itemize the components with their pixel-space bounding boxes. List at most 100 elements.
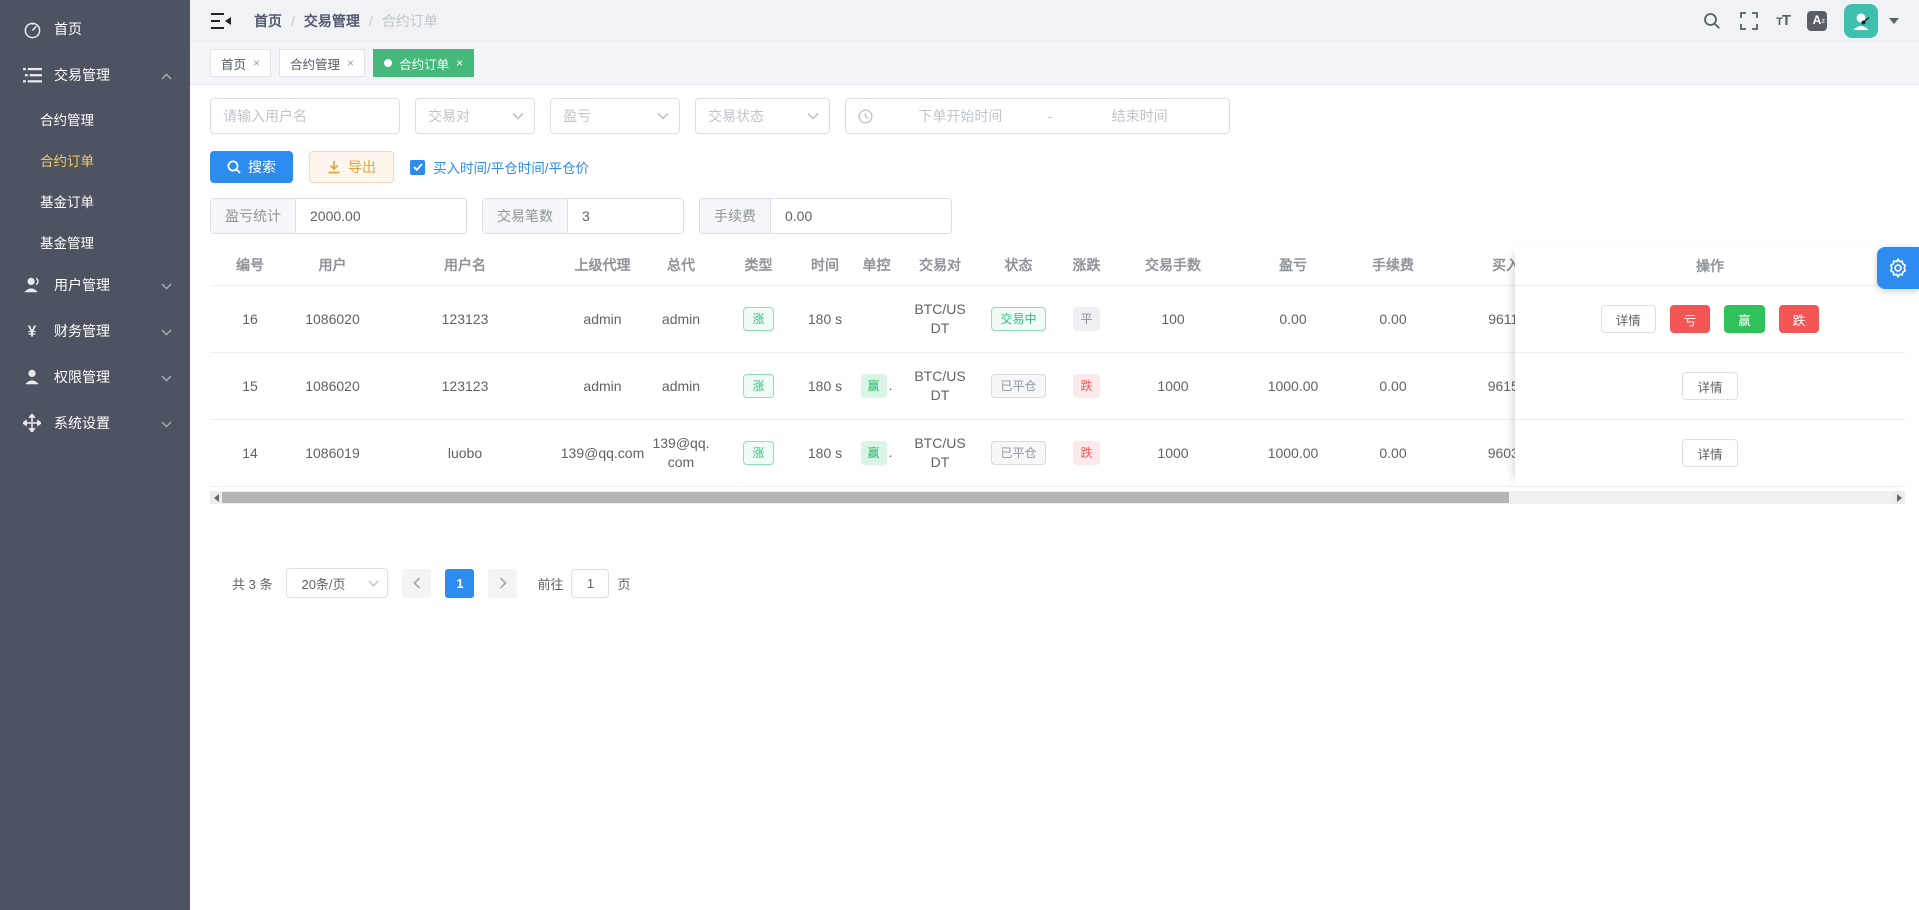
sidebar-item[interactable]: 权限管理 bbox=[0, 354, 190, 400]
gear-icon bbox=[1887, 257, 1909, 279]
table-cell-id: 16 bbox=[210, 310, 290, 329]
scroll-left-arrow[interactable] bbox=[210, 491, 222, 504]
date-range-picker[interactable]: 下单开始时间 - 结束时间 bbox=[845, 98, 1230, 134]
chevron-left-icon bbox=[413, 577, 421, 589]
scrollbar-thumb[interactable] bbox=[222, 492, 1509, 503]
pnl-select-placeholder: 盈亏 bbox=[563, 106, 591, 126]
pnl-total-value: 2000.00 bbox=[296, 199, 466, 233]
avatar[interactable] bbox=[1844, 4, 1878, 38]
win-button[interactable]: 赢 bbox=[1724, 305, 1765, 333]
sidebar-item[interactable]: 系统设置 bbox=[0, 400, 190, 446]
search-button[interactable]: 搜索 bbox=[210, 151, 293, 183]
table-cell-top-agent: admin bbox=[650, 310, 712, 329]
table-cell-user: 1086020 bbox=[290, 310, 375, 329]
down-button[interactable]: 跌 bbox=[1779, 305, 1820, 333]
search-icon[interactable] bbox=[1702, 11, 1722, 31]
sidebar-item[interactable]: 用户管理 bbox=[0, 262, 190, 308]
sidebar-item[interactable]: ¥财务管理 bbox=[0, 308, 190, 354]
username-input[interactable] bbox=[210, 98, 400, 134]
actions-row: 详情亏赢跌 bbox=[1515, 286, 1905, 353]
lose-button[interactable]: 亏 bbox=[1670, 305, 1711, 333]
trade-list-icon bbox=[22, 65, 42, 85]
export-button[interactable]: 导出 bbox=[309, 151, 394, 183]
status-badge: 已平仓 bbox=[991, 374, 1045, 398]
updown-badge: 跌 bbox=[1073, 441, 1099, 465]
tab[interactable]: 合约管理× bbox=[279, 49, 365, 77]
table-header-cell: 类型 bbox=[712, 256, 805, 275]
sidebar-subitem[interactable]: 基金订单 bbox=[0, 180, 190, 221]
trade-status-select[interactable]: 交易状态 bbox=[695, 98, 830, 134]
breadcrumb-item: 合约订单 bbox=[382, 11, 438, 31]
table-header-cell: 时间 bbox=[805, 256, 845, 275]
control-badge: 赢 bbox=[861, 441, 887, 465]
settings-gear-button[interactable] bbox=[1877, 247, 1919, 289]
sidebar: 首页交易管理合约管理合约订单基金订单基金管理用户管理¥财务管理权限管理系统设置 bbox=[0, 0, 190, 910]
search-icon bbox=[227, 160, 241, 174]
table-header-cell: 上级代理 bbox=[555, 256, 650, 275]
font-size-icon[interactable]: TT bbox=[1776, 12, 1790, 29]
detail-button[interactable]: 详情 bbox=[1682, 439, 1737, 467]
scroll-right-arrow[interactable] bbox=[1893, 491, 1905, 504]
tab-close-icon[interactable]: × bbox=[347, 56, 354, 70]
sidebar-item-label: 交易管理 bbox=[54, 65, 110, 85]
detail-button[interactable]: 详情 bbox=[1601, 305, 1656, 333]
table-header-cell: 交易对 bbox=[908, 256, 972, 275]
prev-page-button[interactable] bbox=[402, 569, 431, 598]
goto-label: 前往 bbox=[537, 574, 563, 593]
dropdown-caret-icon[interactable] bbox=[1889, 18, 1899, 24]
sidebar-subitem[interactable]: 合约管理 bbox=[0, 98, 190, 139]
goto-page-input[interactable] bbox=[571, 569, 609, 598]
chevron-right-icon bbox=[499, 577, 507, 589]
goto-page-group: 前往 页 bbox=[537, 569, 630, 598]
table-cell-pair: BTC/USDT bbox=[908, 367, 972, 405]
tab-close-icon[interactable]: × bbox=[456, 56, 463, 70]
download-icon bbox=[327, 160, 341, 174]
chevron-down-icon bbox=[161, 323, 172, 339]
tab-close-icon[interactable]: × bbox=[253, 56, 260, 70]
date-start-placeholder: 下单开始时间 bbox=[883, 106, 1038, 126]
pnl-select[interactable]: 盈亏 bbox=[550, 98, 680, 134]
sidebar-item[interactable]: 首页 bbox=[0, 6, 190, 52]
orders-table: 编号用户用户名上级代理总代类型时间单控交易对状态涨跌交易手数盈亏手续费买入价16… bbox=[210, 246, 1905, 487]
pair-select[interactable]: 交易对 bbox=[415, 98, 535, 134]
breadcrumb-item[interactable]: 首页 bbox=[254, 11, 282, 31]
table-cell-user: 1086019 bbox=[290, 444, 375, 463]
breadcrumb-item[interactable]: 交易管理 bbox=[304, 11, 360, 31]
horizontal-scrollbar[interactable] bbox=[210, 491, 1905, 504]
detail-button[interactable]: 详情 bbox=[1682, 372, 1737, 400]
chevron-down-icon bbox=[657, 112, 669, 120]
menu-fold-icon[interactable] bbox=[210, 11, 232, 31]
sidebar-item[interactable]: 交易管理 bbox=[0, 52, 190, 98]
translate-icon[interactable]: Az bbox=[1807, 11, 1827, 31]
fullscreen-icon[interactable] bbox=[1739, 11, 1759, 31]
sidebar-subitem[interactable]: 基金管理 bbox=[0, 221, 190, 262]
pair-select-placeholder: 交易对 bbox=[428, 106, 470, 126]
table-cell-username: luobo bbox=[375, 444, 555, 463]
page-content: 交易对 盈亏 交易状态 下单开始时间 - 结束时间 bbox=[190, 85, 1919, 910]
page-number-button[interactable]: 1 bbox=[445, 569, 474, 598]
sidebar-subitem[interactable]: 合约订单 bbox=[0, 139, 190, 180]
tab[interactable]: 首页× bbox=[210, 49, 271, 77]
table-cell-updown: 跌 bbox=[1065, 374, 1108, 398]
checkbox-label: 买入时间/平仓时间/平仓价 bbox=[433, 157, 589, 177]
scrollbar-track[interactable] bbox=[222, 491, 1893, 504]
table-header-cell: 涨跌 bbox=[1065, 256, 1108, 275]
tab-active[interactable]: 合约订单× bbox=[373, 49, 474, 77]
table-cell-fee: 0.00 bbox=[1348, 377, 1438, 396]
fee-total-group: 手续费 0.00 bbox=[699, 198, 952, 234]
time-price-checkbox[interactable]: 买入时间/平仓时间/平仓价 bbox=[410, 157, 589, 177]
clock-icon bbox=[858, 109, 873, 124]
table-cell-pnl: 1000.00 bbox=[1238, 377, 1348, 396]
next-page-button[interactable] bbox=[488, 569, 517, 598]
table-cell-pair: BTC/USDT bbox=[908, 434, 972, 472]
date-separator: - bbox=[1048, 108, 1053, 124]
table-cell-id: 14 bbox=[210, 444, 290, 463]
table-cell-time: 180 s bbox=[805, 377, 845, 396]
pagination-total: 共 3 条 bbox=[232, 574, 272, 593]
finance-yen-icon: ¥ bbox=[22, 321, 42, 341]
topbar: 首页/交易管理/合约订单 TT Az bbox=[190, 0, 1919, 42]
page-size-select[interactable]: 20条/页 bbox=[286, 568, 388, 598]
chevron-down-icon bbox=[161, 277, 172, 293]
sidebar-item-label: 系统设置 bbox=[54, 413, 110, 433]
table-cell-fee: 0.00 bbox=[1348, 444, 1438, 463]
